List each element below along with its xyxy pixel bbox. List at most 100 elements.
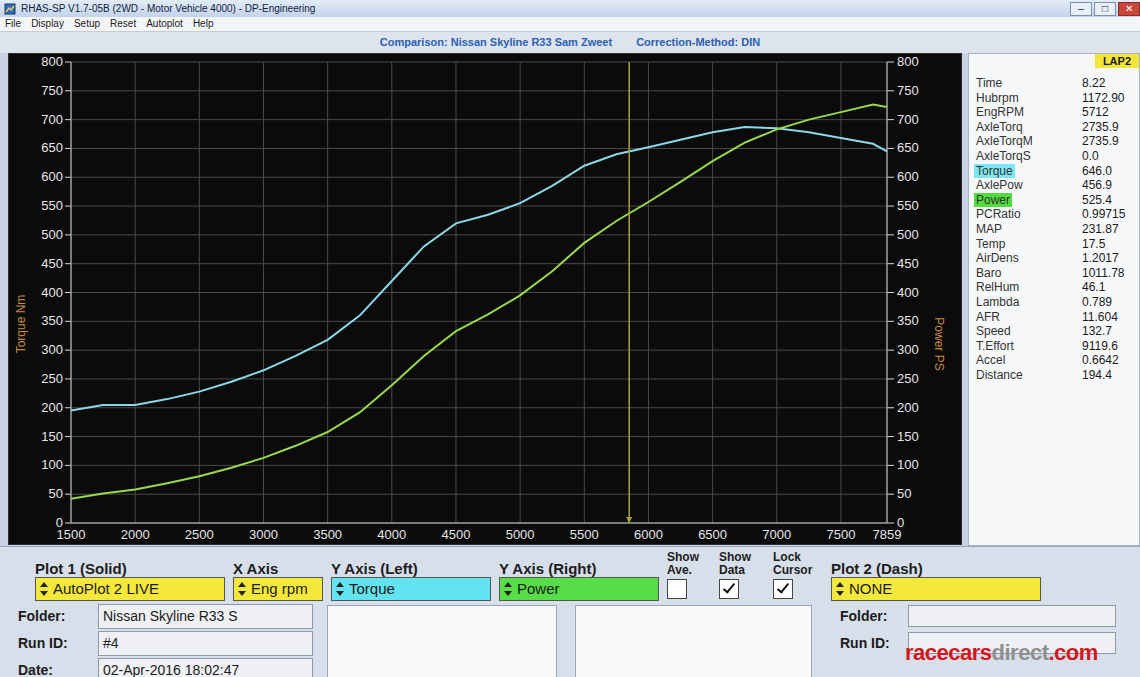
grid-line <box>71 407 887 408</box>
tick-mark <box>887 465 894 466</box>
readout-row: Power 525.4 <box>969 193 1139 208</box>
readout-value: 5712 <box>1082 105 1139 120</box>
menu-item[interactable]: File <box>0 17 26 31</box>
field-row: Folder:Nissan Skyline R33 S <box>18 605 313 627</box>
readout-label-cell: AirDens <box>974 251 1082 266</box>
grid-line <box>263 62 264 523</box>
watermark-part: racecars <box>905 640 992 665</box>
dropdown-value: Eng rpm <box>251 578 308 601</box>
readout-header: LAP2 <box>969 54 1139 68</box>
checkbox[interactable] <box>719 579 739 599</box>
title-bar: RHAS-SP V1.7-05B (2WD - Motor Vehicle 40… <box>0 0 1140 17</box>
readout-value: 9119.6 <box>1082 339 1139 354</box>
chart-panel[interactable]: 0501001502002503003504004505005506006507… <box>8 53 962 545</box>
readout-label: AxleTorq <box>974 120 1025 134</box>
left-axis-tick: 750 <box>41 83 63 98</box>
field-value[interactable] <box>908 605 1116 627</box>
dyno-chart: 0501001502002503003504004505005506006507… <box>9 54 961 544</box>
right-axis-tick: 150 <box>897 429 919 444</box>
menu-item[interactable]: Display <box>26 17 69 31</box>
tick-mark <box>887 407 894 408</box>
series-line <box>71 105 887 499</box>
x-axis-tick: 4000 <box>377 527 406 542</box>
dropdown[interactable]: Torque <box>331 577 491 601</box>
watermark-part: direct <box>992 640 1049 665</box>
readout-row: AxleTorqS0.0 <box>969 149 1139 164</box>
readout-label-cell: Torque <box>974 164 1082 179</box>
correction-label: Correction-Method: DIN <box>636 34 760 51</box>
readout-label: Power <box>974 193 1012 207</box>
readout-row: AirDens1.2017 <box>969 251 1139 266</box>
field-value[interactable]: 02-Apr-2016 18:02:47 <box>98 658 313 677</box>
right-axis-tick: 300 <box>897 342 919 357</box>
field-value[interactable]: #4 <box>98 631 313 656</box>
readout-label: Speed <box>974 324 1013 338</box>
field-row: Date:02-Apr-2016 18:02:47 <box>18 659 313 677</box>
grid-line <box>584 62 585 523</box>
tick-mark <box>887 378 894 379</box>
x-axis-line <box>71 523 887 524</box>
tick-mark <box>65 206 71 207</box>
x-axis-tick: 7500 <box>826 527 855 542</box>
readout-label-cell: Power <box>974 193 1082 208</box>
window-control-button[interactable]: ✕ <box>1118 2 1140 16</box>
grid-line <box>71 62 887 63</box>
readout-value: 0.99715 <box>1082 207 1139 222</box>
comparison-bar: Comparison: Nissan Skyline R33 Sam Zweet… <box>0 32 1140 53</box>
readout-label: MAP <box>974 222 1004 236</box>
checkbox-column: Lock Cursor <box>773 547 823 601</box>
field-value[interactable]: Nissan Skyline R33 S <box>98 604 313 629</box>
readout-label-cell: EngRPM <box>974 105 1082 120</box>
dropdown[interactable]: AutoPlot 2 LIVE <box>35 577 225 601</box>
readout-row: Lambda0.789 <box>969 295 1139 310</box>
right-axis-tick: 50 <box>897 486 911 501</box>
window-control-button[interactable]: – <box>1070 2 1092 16</box>
readout-label: T.Effort <box>974 339 1016 353</box>
tick-mark <box>887 90 894 91</box>
readout-value: 1172.90 <box>1082 91 1139 106</box>
x-axis-tick: 3500 <box>313 527 342 542</box>
control-label: Plot 2 (Dash) <box>831 547 1041 577</box>
checkbox[interactable] <box>667 579 687 599</box>
series-line <box>71 127 887 411</box>
watermark-part: .com <box>1048 640 1097 665</box>
left-axis-tick: 100 <box>41 457 63 472</box>
right-axis-tick: 200 <box>897 400 919 415</box>
readout-value: 2735.9 <box>1082 120 1139 135</box>
tick-mark <box>65 350 71 351</box>
checkbox[interactable] <box>773 579 793 599</box>
readout-value: 525.4 <box>1082 193 1139 208</box>
readout-row: Torque646.0 <box>969 164 1139 179</box>
left-axis-title: Torque Nm <box>14 295 28 354</box>
readout-value: 1011.78 <box>1082 266 1139 281</box>
window-control-button[interactable]: □ <box>1094 2 1116 16</box>
tick-mark <box>887 494 894 495</box>
readout-value: 11.604 <box>1082 310 1139 325</box>
menu-item[interactable]: Reset <box>105 17 141 31</box>
left-axis-tick: 200 <box>41 400 63 415</box>
dropdown[interactable]: Eng rpm <box>233 577 323 601</box>
grid-line <box>71 523 887 524</box>
tick-mark <box>887 148 894 149</box>
grid-line <box>71 206 887 207</box>
left-axis-tick: 350 <box>41 313 63 328</box>
dropdown[interactable]: Power <box>499 577 659 601</box>
readout-label-cell: AxleTorq <box>974 120 1082 135</box>
grid-line <box>71 321 887 322</box>
right-axis-tick: 750 <box>897 83 919 98</box>
x-axis-tick: 7859 <box>873 527 902 542</box>
right-axis-tick: 650 <box>897 140 919 155</box>
readout-label-cell: MAP <box>974 222 1082 237</box>
readout-row: RelHum46.1 <box>969 280 1139 295</box>
readout-row: EngRPM5712 <box>969 105 1139 120</box>
menu-item[interactable]: Autoplot <box>141 17 188 31</box>
cursor-line <box>628 62 630 523</box>
grid-line <box>327 62 328 523</box>
tick-mark <box>65 494 71 495</box>
dropdown[interactable]: NONE <box>831 577 1041 601</box>
plot-control-column: Y Axis (Left)Torque <box>331 547 491 601</box>
menu-item[interactable]: Setup <box>69 17 105 31</box>
checkbox-label: Show Data <box>719 547 765 577</box>
menu-item[interactable]: Help <box>188 17 219 31</box>
readout-label: RelHum <box>974 280 1021 294</box>
